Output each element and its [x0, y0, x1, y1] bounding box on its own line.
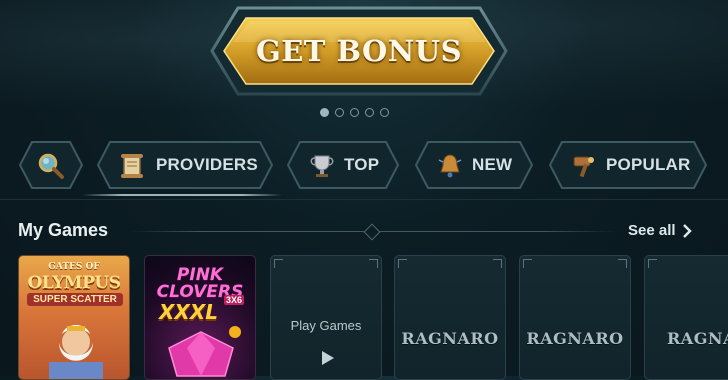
tab-new-label: NEW — [472, 155, 513, 174]
tab-top-label: TOP — [344, 155, 380, 174]
section-title: My Games — [18, 220, 109, 240]
carousel-pagination — [320, 108, 389, 117]
game-badge: 3X6 — [224, 295, 245, 305]
game-title-line3: XXXL — [159, 300, 219, 324]
carousel-dot-5[interactable] — [380, 108, 389, 117]
scroll-icon — [121, 154, 143, 178]
card-corner — [369, 259, 378, 268]
tab-providers-label: PROVIDERS — [156, 155, 258, 174]
game-card-pink-clovers[interactable]: PINK CLOVERS XXXL 3X6 — [144, 255, 256, 380]
game-title-line2: OLYMPUS — [27, 273, 121, 293]
tab-popular-label: POPULAR — [606, 155, 691, 174]
tab-search[interactable] — [18, 140, 84, 190]
hammer-icon — [573, 156, 594, 178]
game-card-placeholder[interactable]: Play Games — [270, 255, 382, 380]
tab-top[interactable]: TOP — [286, 140, 400, 190]
tab-popular[interactable]: POPULAR — [548, 140, 708, 190]
tab-new[interactable]: NEW — [414, 140, 534, 190]
card-corner — [523, 259, 532, 268]
bonus-banner: GET BONUS — [210, 6, 508, 96]
game-card-ragnaro-3[interactable]: RAGNARO — [644, 255, 728, 380]
bell-icon — [438, 154, 462, 178]
tab-providers[interactable]: PROVIDERS — [96, 140, 274, 190]
get-bonus-button[interactable] — [210, 6, 508, 96]
card-corner — [398, 259, 407, 268]
game-card-gates-of-olympus[interactable]: GATES OF OLYMPUS SUPER SCATTER — [18, 255, 130, 380]
provider-logo-ragnaro: RAGNARO — [526, 329, 624, 348]
see-all-label: See all — [628, 222, 676, 239]
game-title-line1: GATES OF — [48, 262, 100, 272]
card-corner — [493, 259, 502, 268]
search-icon — [38, 153, 64, 179]
game-card-ragnaro-2[interactable]: RAGNARO — [519, 255, 631, 380]
game-subtitle: SUPER SCATTER — [27, 293, 123, 306]
card-corner — [274, 259, 283, 268]
active-tab-indicator — [82, 194, 282, 196]
carousel-dot-1[interactable] — [320, 108, 329, 117]
card-corner — [648, 259, 657, 268]
play-games-label: Play Games — [290, 318, 362, 333]
carousel-dot-4[interactable] — [365, 108, 374, 117]
carousel-dot-3[interactable] — [350, 108, 359, 117]
provider-logo-ragnaro: RAGNARO — [401, 329, 499, 348]
carousel-dot-2[interactable] — [335, 108, 344, 117]
game-card-ragnaro-1[interactable]: RAGNARO — [394, 255, 506, 380]
play-icon — [322, 351, 334, 365]
chevron-right-icon — [682, 223, 692, 238]
tab-frame — [286, 141, 400, 189]
section-divider — [0, 199, 728, 200]
header-ornament-diamond — [363, 223, 381, 241]
trophy-icon — [310, 155, 334, 177]
zeus-artwork — [49, 325, 103, 379]
see-all-link[interactable]: See all — [628, 222, 692, 239]
gem-artwork — [168, 326, 241, 377]
provider-logo-ragnaro: RAGNARO — [667, 329, 728, 348]
card-corner — [618, 259, 627, 268]
